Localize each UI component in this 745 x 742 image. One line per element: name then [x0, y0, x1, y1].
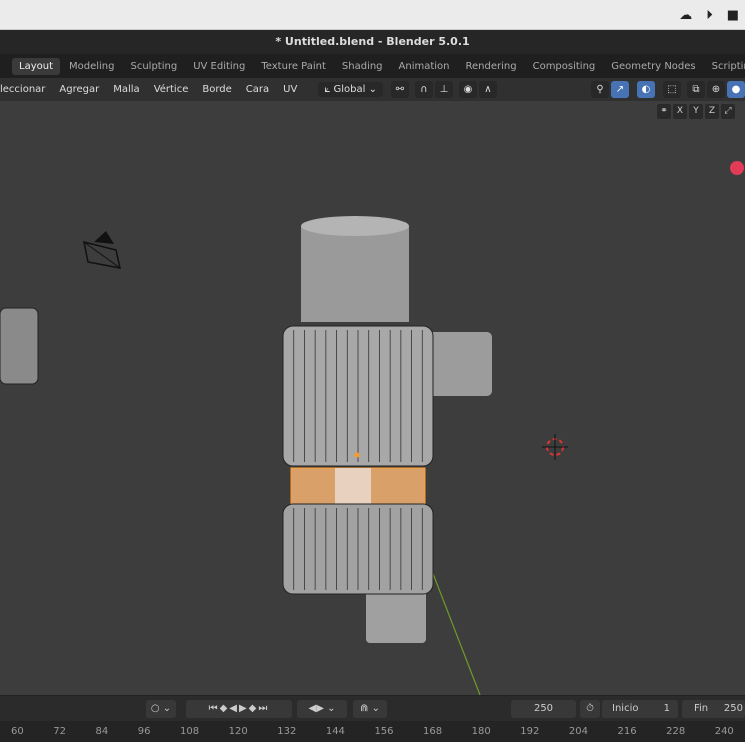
- tab-uv-editing[interactable]: UV Editing: [186, 58, 252, 75]
- start-frame-field[interactable]: Inicio 1: [602, 700, 678, 718]
- playback-controls[interactable]: ⏮◆◀▶◆⏭: [186, 700, 292, 718]
- timeline-header: ○ ⌄ ⏮◆◀▶◆⏭ ◀▶ ⌄ ⋒ ⌄ 250 ⏱ Inicio 1 Fin 250: [0, 695, 745, 721]
- ruler-tick: 216: [617, 726, 637, 737]
- ruler-tick: 96: [137, 726, 151, 737]
- ruler-tick: 180: [471, 726, 491, 737]
- window-title: * Untitled.blend - Blender 5.0.1: [0, 30, 745, 54]
- tab-geometry-nodes[interactable]: Geometry Nodes: [604, 58, 702, 75]
- creative-cloud-icon[interactable]: ☁: [679, 8, 692, 23]
- tab-compositing[interactable]: Compositing: [526, 58, 603, 75]
- snap-icon[interactable]: ∩: [414, 81, 433, 98]
- symmetry-icon[interactable]: ⤢: [721, 104, 735, 119]
- 3d-cursor: [542, 434, 568, 460]
- visibility-icon[interactable]: ⚲: [591, 81, 609, 98]
- menu-vertex[interactable]: Vértice: [147, 84, 196, 95]
- top-cylinder: [301, 216, 409, 322]
- ruler-tick: 144: [325, 726, 345, 737]
- ruler-tick: 240: [714, 726, 734, 737]
- workspace-tabs: Layout Modeling Sculpting UV Editing Tex…: [0, 54, 745, 78]
- ruler-tick: 120: [228, 726, 248, 737]
- ruler-tick: 60: [11, 726, 24, 737]
- ruler-tick: 84: [95, 726, 109, 737]
- end-frame-field[interactable]: Fin 250: [682, 700, 745, 718]
- viewport-header: leccionar Agregar Malla Vértice Borde Ca…: [0, 78, 745, 101]
- ruler-tick: 168: [423, 726, 443, 737]
- menu-edge[interactable]: Borde: [195, 84, 238, 95]
- ruler-tick: 156: [374, 726, 394, 737]
- ruler-tick: 192: [520, 726, 540, 737]
- tab-modeling[interactable]: Modeling: [62, 58, 122, 75]
- menu-add[interactable]: Agregar: [52, 84, 106, 95]
- menu-mesh[interactable]: Malla: [106, 84, 146, 95]
- menu-uv[interactable]: UV: [276, 84, 304, 95]
- ruler-tick: 204: [568, 726, 588, 737]
- mirror-icon[interactable]: ⚭: [657, 104, 671, 119]
- tab-scripting[interactable]: Scripting: [705, 58, 745, 75]
- x-axis-gizmo: [730, 161, 744, 175]
- axis-z-toggle[interactable]: Z: [705, 104, 719, 119]
- menu-face[interactable]: Cara: [239, 84, 276, 95]
- wireframe-shading-icon[interactable]: ⊕: [707, 81, 725, 98]
- xray-icon[interactable]: ⧉: [687, 81, 705, 98]
- ruler-tick: 108: [180, 726, 200, 737]
- stop-icon[interactable]: ■: [727, 8, 739, 23]
- gizmo-icon[interactable]: ↗: [611, 81, 629, 98]
- camera: [83, 231, 121, 269]
- solid-shading-icon[interactable]: ●: [727, 81, 745, 98]
- tab-sculpting[interactable]: Sculpting: [124, 58, 185, 75]
- tab-shading[interactable]: Shading: [335, 58, 390, 75]
- mesh-edit-overlay-icon[interactable]: ⬚: [663, 81, 681, 98]
- mirror-axis-toggles: ⚭ X Y Z ⤢: [657, 104, 735, 119]
- ruler-tick: 228: [666, 726, 686, 737]
- tab-animation[interactable]: Animation: [392, 58, 457, 75]
- 3d-viewport[interactable]: [0, 101, 745, 696]
- side-cylinder: [428, 332, 492, 396]
- play-circle-icon[interactable]: ⏵: [706, 8, 713, 23]
- left-object: [0, 307, 39, 385]
- scene: [0, 161, 744, 696]
- origin-point: [354, 452, 360, 458]
- os-menubar: ☁ ⏵ ■: [0, 0, 745, 30]
- ruler-tick: 72: [53, 726, 66, 737]
- snap-target-icon[interactable]: ⊥: [434, 81, 453, 98]
- axis-y-toggle[interactable]: Y: [689, 104, 703, 119]
- axis-x-toggle[interactable]: X: [673, 104, 687, 119]
- frame-ruler[interactable]: 60 72 84 96 108 120 132 144 156 168 180 192 204 216 22…: [0, 721, 745, 742]
- transform-orientation-dropdown[interactable]: ⟀ Global ⌄: [318, 82, 383, 97]
- falloff-icon[interactable]: ∧: [478, 81, 497, 98]
- keying-icon[interactable]: ○ ⌄: [146, 700, 176, 718]
- stopwatch-icon[interactable]: ⏱: [580, 700, 600, 718]
- tab-layout[interactable]: Layout: [12, 57, 60, 75]
- keyframe-jump-controls[interactable]: ◀▶ ⌄: [297, 700, 347, 718]
- current-frame-field[interactable]: 250: [511, 700, 576, 718]
- orientation-icon: ⟀: [324, 84, 334, 95]
- proportional-edit-icon[interactable]: ◉: [458, 81, 477, 98]
- ruler-tick: 132: [277, 726, 297, 737]
- menu-select[interactable]: leccionar: [0, 84, 52, 95]
- overlay-icon[interactable]: ◐: [637, 81, 655, 98]
- autokey-icon[interactable]: ⋒ ⌄: [353, 700, 387, 718]
- tab-rendering[interactable]: Rendering: [459, 58, 524, 75]
- pivot-icon[interactable]: ⚯: [390, 81, 409, 98]
- tab-texture-paint[interactable]: Texture Paint: [254, 58, 333, 75]
